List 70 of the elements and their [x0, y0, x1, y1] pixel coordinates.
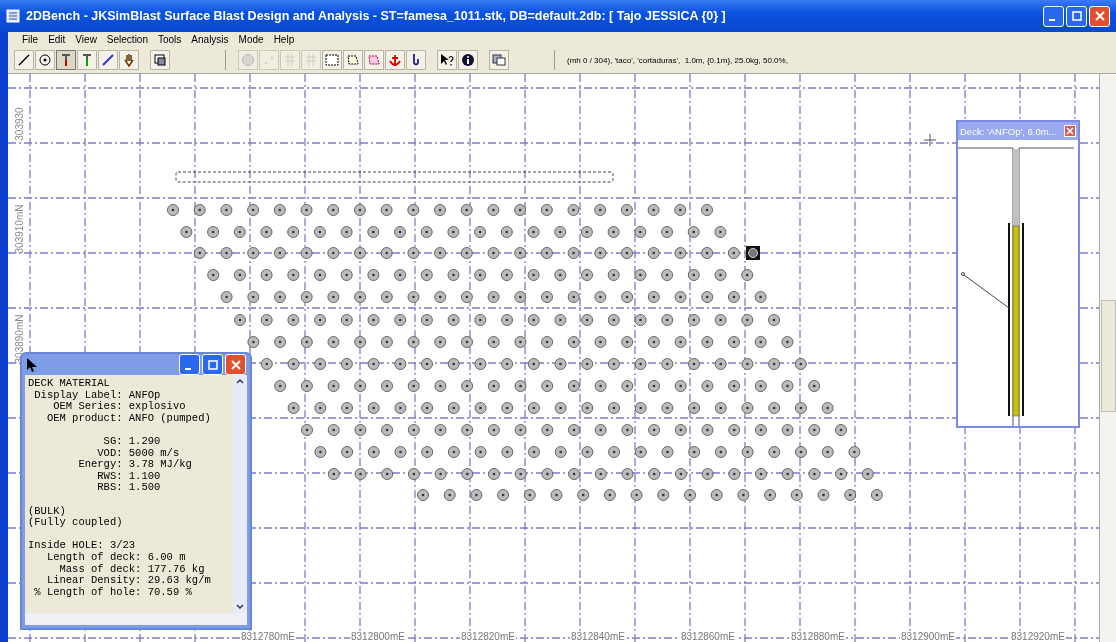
window-title: Deck: 'ANFOp', 6.0m...	[960, 125, 1057, 137]
easting-label: 8312820mE	[460, 631, 516, 642]
menu-item[interactable]: Selection	[106, 34, 148, 46]
northing-label: 303910mN	[14, 203, 26, 256]
info-icon[interactable]	[458, 50, 478, 71]
deck-info-text: RBS: 1.500	[96, 481, 161, 494]
deck-info-text: Length of deck: 6.00 m	[45, 550, 186, 563]
app-icon	[6, 9, 20, 23]
deck-info-text: OEM product: ANFO (pumped)	[45, 411, 211, 424]
dots-tool-icon[interactable]	[259, 50, 279, 71]
deck-info-text: VOD: 5000 m/s	[96, 446, 180, 459]
minimize-button[interactable]	[179, 354, 200, 375]
crosshair-icon	[923, 133, 937, 147]
minimize-button[interactable]	[1043, 5, 1064, 27]
copy-icon[interactable]	[489, 50, 509, 71]
deck-info-text: (BULK)	[28, 504, 66, 517]
deck-info-text: Mass of deck: 177.76 kg	[58, 562, 205, 575]
easting-label: 8312900mE	[900, 631, 956, 642]
menu-item[interactable]: View	[75, 34, 97, 46]
pin-tool-icon[interactable]	[56, 50, 76, 71]
close-button[interactable]	[225, 354, 246, 375]
select-box-icon[interactable]	[322, 50, 342, 71]
maximize-icon	[1071, 11, 1082, 21]
easting-label: 8312840mE	[570, 631, 626, 642]
pen-tool-icon[interactable]	[98, 50, 118, 71]
minimize-icon	[185, 367, 191, 370]
close-icon	[230, 359, 241, 370]
menu-item[interactable]: Help	[273, 34, 295, 46]
minimize-icon	[1049, 19, 1055, 21]
window-title: 2DBench - JKSimBlast Surface Blast Design and Analysis - ST=famesa_1011.stk, DB=default.2db: [ Tajo JESSICA {0} ]	[26, 9, 727, 23]
menu-item[interactable]: File	[22, 34, 39, 46]
vertical-scrollbar[interactable]	[233, 375, 247, 613]
easting-label: 8312880mE	[790, 631, 846, 642]
menu-item[interactable]: Tools	[158, 34, 182, 46]
deck-info-text: (Fully coupled)	[28, 516, 123, 529]
anchor-icon[interactable]	[385, 50, 405, 71]
maximize-button[interactable]	[1066, 5, 1087, 27]
menu-item[interactable]: Edit	[48, 34, 66, 46]
circle-tool-icon[interactable]	[35, 50, 55, 71]
easting-label: 8312860mE	[680, 631, 736, 642]
close-button[interactable]	[1089, 5, 1110, 27]
easting-label: 8312780mE	[240, 631, 296, 642]
deck-info-text: Energy: 3.78 MJ/kg	[77, 458, 192, 471]
window-tool-icon[interactable]	[150, 50, 170, 71]
select-shape-icon[interactable]	[364, 50, 384, 71]
status-field: (mh 0 / 304), 'taco', 'cortaduras', 1.0m, {0.1m}, 25.0kg, 50.0%,	[555, 55, 788, 65]
maximize-button[interactable]	[202, 354, 223, 375]
maximize-icon	[207, 359, 218, 370]
deck-info-text: Inside HOLE: 3/23	[28, 539, 136, 552]
deck-info-text: SG: 1.290	[102, 434, 161, 447]
deck-info-text: Linear Density: 29.63 kg/m	[45, 574, 211, 587]
deck-info-text: DECK MATERIAL	[28, 377, 110, 389]
deck-info-text: % Length of hole: 70.59 %	[33, 585, 192, 598]
deck-info-text: Display Label: ANFOp	[33, 388, 161, 401]
deck-info-text: RWS: 1.100	[96, 469, 161, 482]
deck-info-text: OEM Series: explosivo	[52, 400, 186, 413]
easting-label: 8312800mE	[350, 631, 406, 642]
close-button[interactable]	[1064, 125, 1076, 137]
marker-tool-icon[interactable]	[77, 50, 97, 71]
line-tool-icon[interactable]	[14, 50, 34, 71]
help-pointer-icon[interactable]	[437, 50, 457, 71]
close-icon	[1094, 11, 1105, 21]
easting-label: 8312920mE	[1010, 631, 1066, 642]
vertical-scrollbar[interactable]	[1099, 74, 1116, 642]
hook-icon[interactable]	[406, 50, 426, 71]
northing-label: 303930	[14, 106, 26, 143]
menu-item[interactable]: Mode	[238, 34, 264, 46]
menu-item[interactable]: Analysis	[191, 34, 229, 46]
selected-hole-icon[interactable]	[746, 246, 760, 260]
select-lasso-icon[interactable]	[343, 50, 363, 71]
